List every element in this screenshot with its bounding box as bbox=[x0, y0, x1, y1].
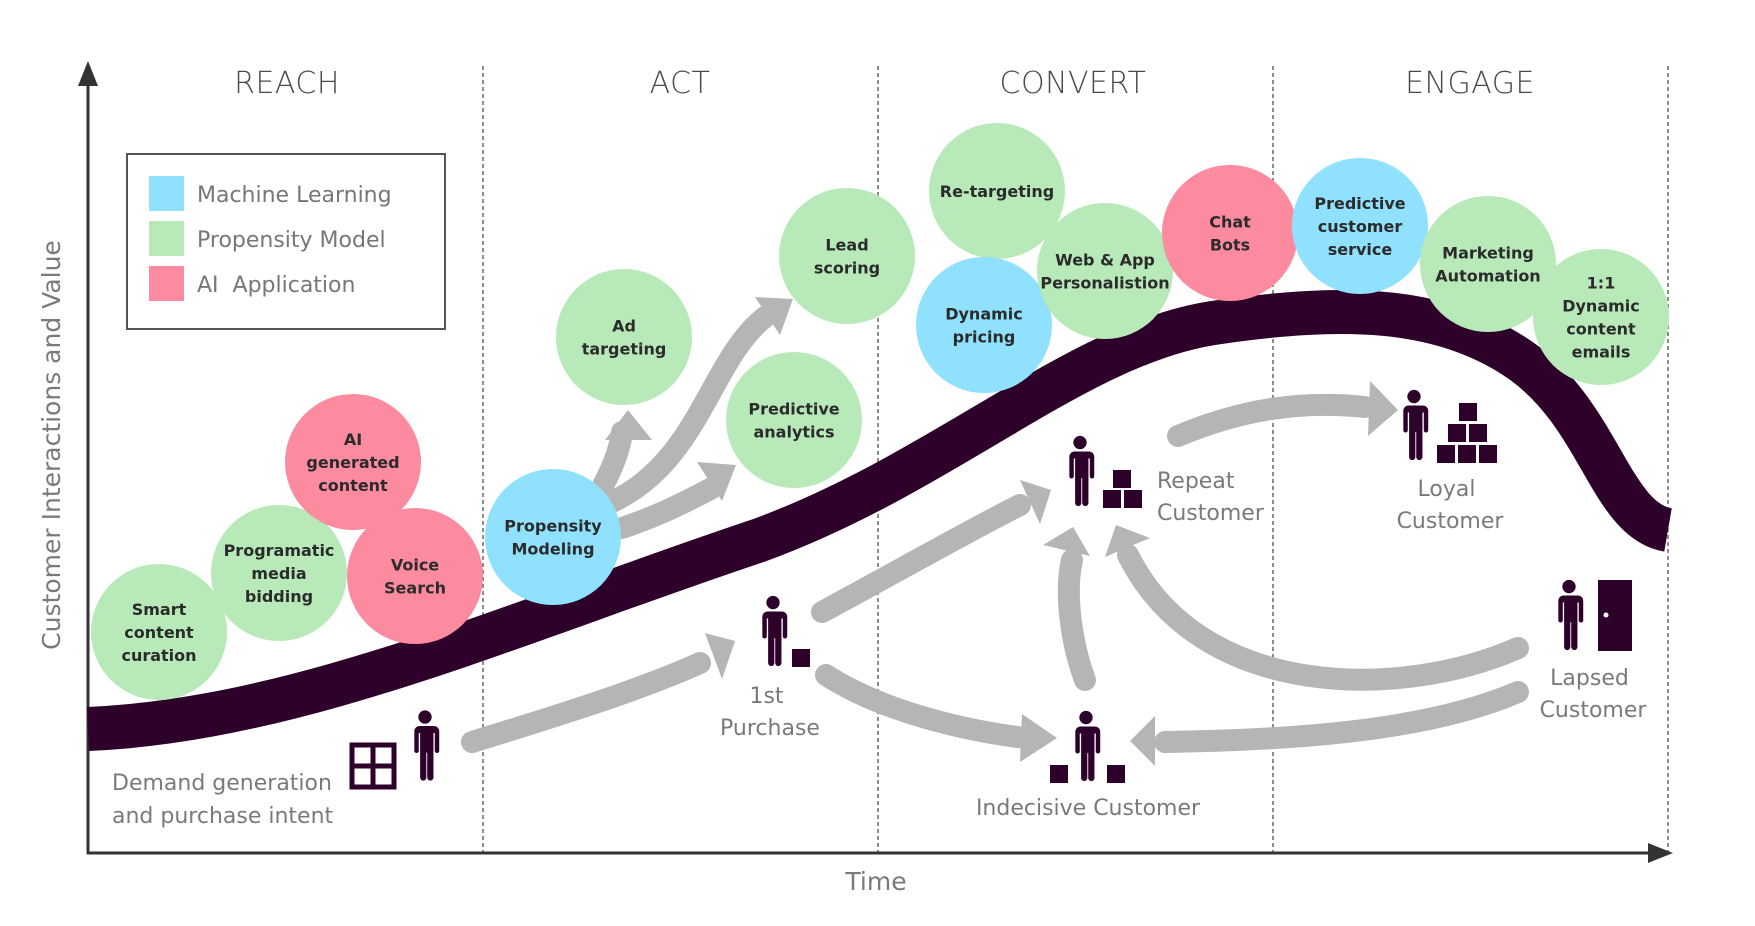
bubble-dynamic-content-emails: 1:1 Dynamic content emails bbox=[1533, 249, 1669, 385]
bubble-voice-search: Voice Search bbox=[347, 508, 483, 644]
bubble-predictive-customer-service: Predictive customer service bbox=[1292, 158, 1428, 294]
person-icon bbox=[762, 595, 788, 667]
arrowhead-icon bbox=[705, 633, 735, 679]
bubble-circle bbox=[726, 352, 862, 488]
boxes-apart-icon bbox=[1050, 765, 1125, 783]
door-icon bbox=[1598, 580, 1632, 651]
arrowhead-icon bbox=[605, 410, 652, 440]
arrowhead-icon bbox=[1368, 381, 1398, 436]
bubble-label: Re-targeting bbox=[940, 182, 1054, 201]
arrowhead-icon bbox=[1130, 716, 1155, 766]
bubble-circle bbox=[347, 508, 483, 644]
person-icon bbox=[1403, 389, 1429, 461]
legend-label: Propensity Model bbox=[197, 228, 386, 253]
legend-label: AI Application bbox=[197, 273, 355, 298]
legend-swatch-propensity-model bbox=[149, 221, 184, 256]
stage-label-lapsed: Lapsed Customer bbox=[1540, 666, 1648, 723]
bubble-circle bbox=[485, 469, 621, 605]
section-title-engage: ENGAGE bbox=[1405, 66, 1535, 101]
arrow-first-purchase-to-indecisive bbox=[815, 664, 1036, 749]
bubble-label: Smart content curation bbox=[121, 600, 196, 665]
arrow-lapsed-to-indecisive bbox=[1154, 681, 1529, 753]
bubble-circle bbox=[1037, 203, 1173, 339]
arrow-propensity-to-ad-targeting bbox=[587, 421, 633, 506]
section-title-convert: CONVERT bbox=[1000, 66, 1147, 101]
legend: Machine Learning Propensity Model AI App… bbox=[126, 153, 446, 330]
person-icon bbox=[1069, 435, 1095, 507]
bubble-circle bbox=[916, 257, 1052, 393]
box-icon bbox=[792, 649, 810, 667]
legend-item-ai-application: AI Application bbox=[149, 266, 355, 301]
stage-label-demand: Demand generation and purchase intent bbox=[112, 771, 339, 829]
bubble-re-targeting: Re-targeting bbox=[929, 123, 1065, 259]
x-axis-arrow-icon bbox=[1648, 843, 1673, 863]
legend-swatch-machine-learning bbox=[149, 176, 184, 211]
bubbles: Smart content curationProgramatic media bidd… bbox=[91, 123, 1669, 700]
x-axis-label: Time bbox=[844, 867, 906, 896]
bubble-circle bbox=[779, 188, 915, 324]
stage-label-indecisive: Indecisive Customer bbox=[976, 796, 1201, 821]
person-icon bbox=[1075, 710, 1101, 782]
arrow-demand-to-first-purchase bbox=[461, 652, 711, 753]
bubble-lead-scoring: Lead scoring bbox=[779, 188, 915, 324]
section-title-reach: REACH bbox=[234, 66, 340, 101]
legend-item-machine-learning: Machine Learning bbox=[149, 176, 392, 211]
bubble-programatic-media-bidding: Programatic media bidding bbox=[211, 505, 347, 641]
bubble-label: Predictive customer service bbox=[1314, 194, 1405, 259]
bubble-predictive-analytics: Predictive analytics bbox=[726, 352, 862, 488]
legend-swatch-ai-application bbox=[149, 266, 184, 301]
boxes-pyramid-icon bbox=[1437, 403, 1497, 463]
section-title-act: ACT bbox=[650, 66, 711, 101]
window-icon bbox=[349, 742, 397, 790]
bubble-circle bbox=[556, 269, 692, 405]
bubble-smart-content-curation: Smart content curation bbox=[91, 564, 227, 700]
bubble-propensity-modeling: Propensity Modeling bbox=[485, 469, 621, 605]
stage-label-loyal: Loyal Customer bbox=[1397, 477, 1505, 534]
bubble-chat-bots: Chat Bots bbox=[1162, 165, 1298, 301]
bubble-circle bbox=[1533, 249, 1669, 385]
y-axis-label: Customer Interactions and Value bbox=[37, 240, 66, 650]
stage-label-first-purchase: 1st Purchase bbox=[720, 684, 820, 741]
bubble-circle bbox=[1162, 165, 1298, 301]
legend-item-propensity-model: Propensity Model bbox=[149, 221, 386, 256]
person-icon bbox=[1558, 579, 1584, 651]
bubble-ad-targeting: Ad targeting bbox=[556, 269, 692, 405]
arrow-lapsed-to-repeat bbox=[1117, 544, 1529, 691]
arrow-repeat-to-loyal bbox=[1167, 393, 1376, 447]
person-icon bbox=[414, 710, 440, 781]
stage-label-repeat: Repeat Customer bbox=[1157, 469, 1265, 526]
boxes-stack-icon bbox=[1103, 470, 1142, 508]
bubble-dynamic-pricing: Dynamic pricing bbox=[916, 257, 1052, 393]
arrow-indecisive-to-repeat bbox=[1057, 549, 1096, 691]
customer-journey-diagram: REACH ACT CONVERT ENGAGE Time Customer I… bbox=[37, 61, 1674, 896]
y-axis-arrow-icon bbox=[78, 61, 98, 86]
legend-label: Machine Learning bbox=[197, 183, 392, 208]
bubble-web-app-personalisation: Web & App Personalistion bbox=[1037, 203, 1173, 339]
arrowhead-icon bbox=[1020, 714, 1057, 762]
